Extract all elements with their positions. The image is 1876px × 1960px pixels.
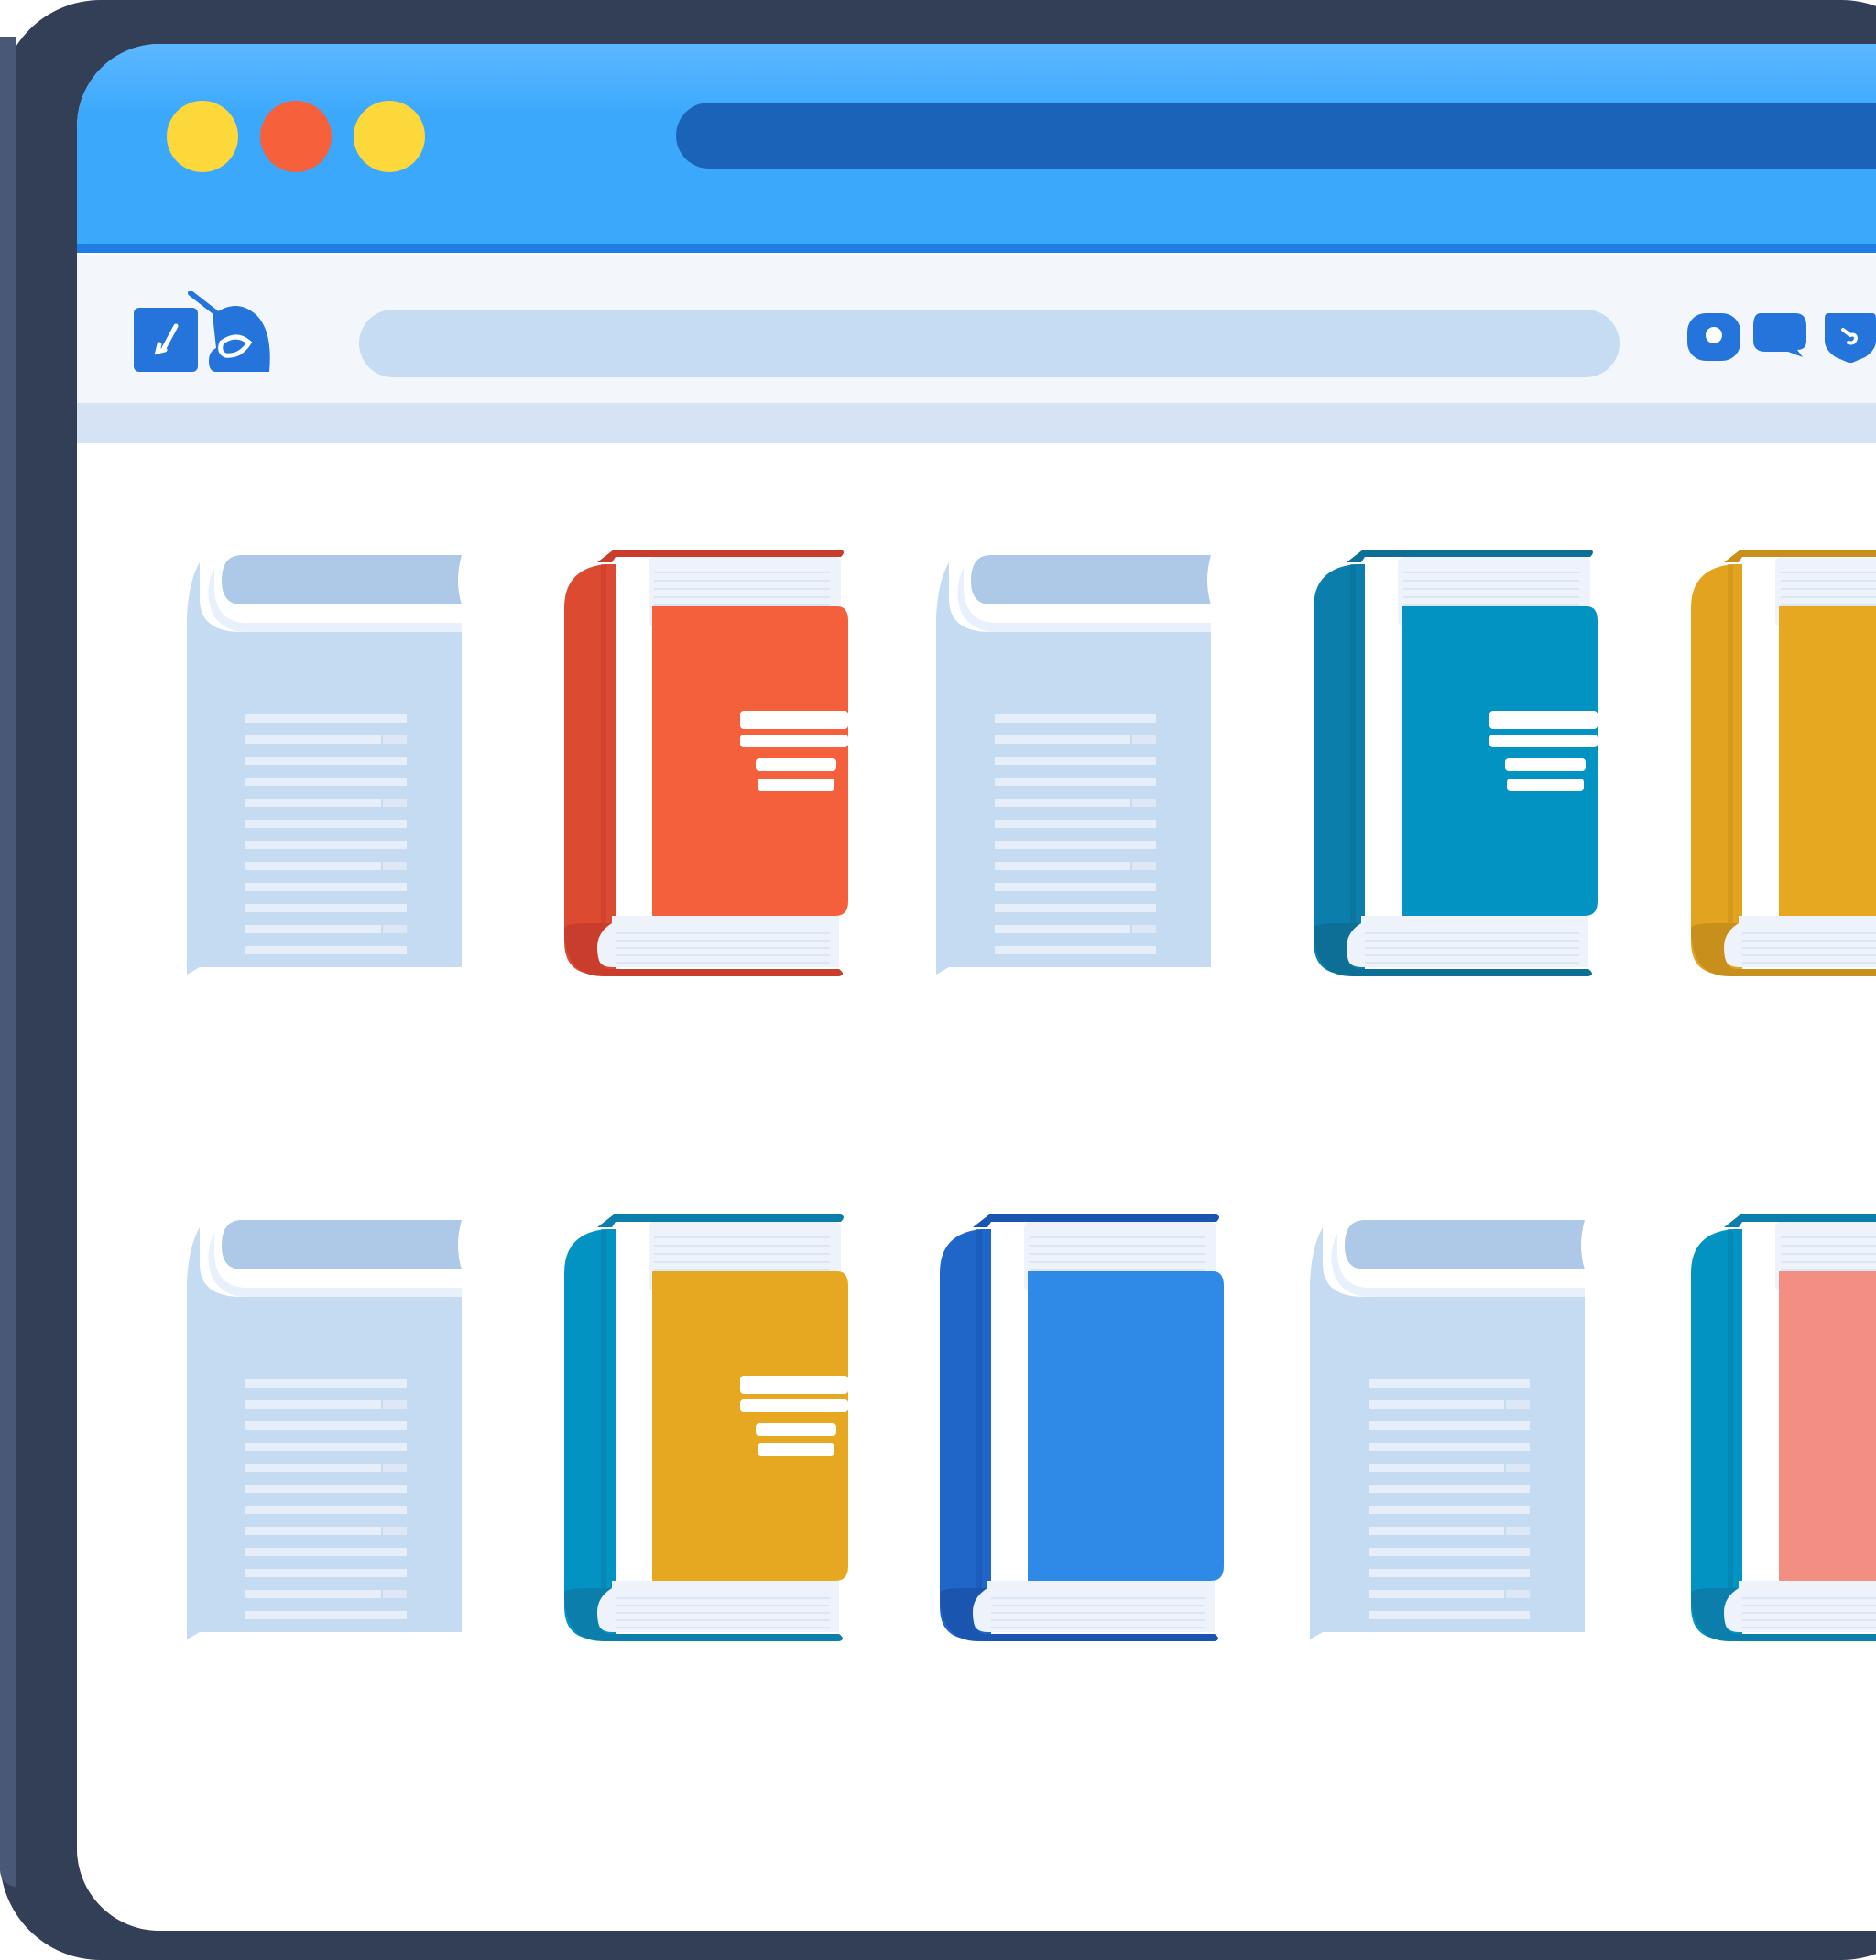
book-card[interactable] <box>561 544 854 984</box>
shield-icon[interactable] <box>1823 310 1876 369</box>
book-card[interactable] <box>936 1209 1229 1649</box>
book-card[interactable] <box>1687 1209 1876 1649</box>
document-placeholder-icon[interactable] <box>187 1209 480 1649</box>
toolbar-shadow-strip <box>77 403 1876 443</box>
address-bar[interactable] <box>676 103 1876 169</box>
device-bezel-edge <box>0 37 16 1887</box>
user-icon[interactable] <box>1685 310 1742 369</box>
document-placeholder-icon[interactable] <box>187 544 480 984</box>
document-placeholder-icon[interactable] <box>1310 1209 1603 1649</box>
window-dot-yellow-left[interactable] <box>167 101 238 172</box>
book-card[interactable] <box>561 1209 854 1649</box>
window-dot-yellow-right[interactable] <box>354 101 425 172</box>
title-bar-divider <box>77 244 1876 253</box>
browser-window <box>77 44 1876 1931</box>
book-logo-icon[interactable] <box>134 290 289 392</box>
search-input[interactable] <box>359 310 1620 377</box>
window-dot-red[interactable] <box>260 101 332 172</box>
document-placeholder-icon[interactable] <box>936 544 1229 984</box>
book-card[interactable] <box>1310 544 1603 984</box>
chat-bubble-icon[interactable] <box>1750 310 1808 369</box>
book-card[interactable] <box>1687 544 1876 984</box>
title-bar <box>77 44 1876 253</box>
